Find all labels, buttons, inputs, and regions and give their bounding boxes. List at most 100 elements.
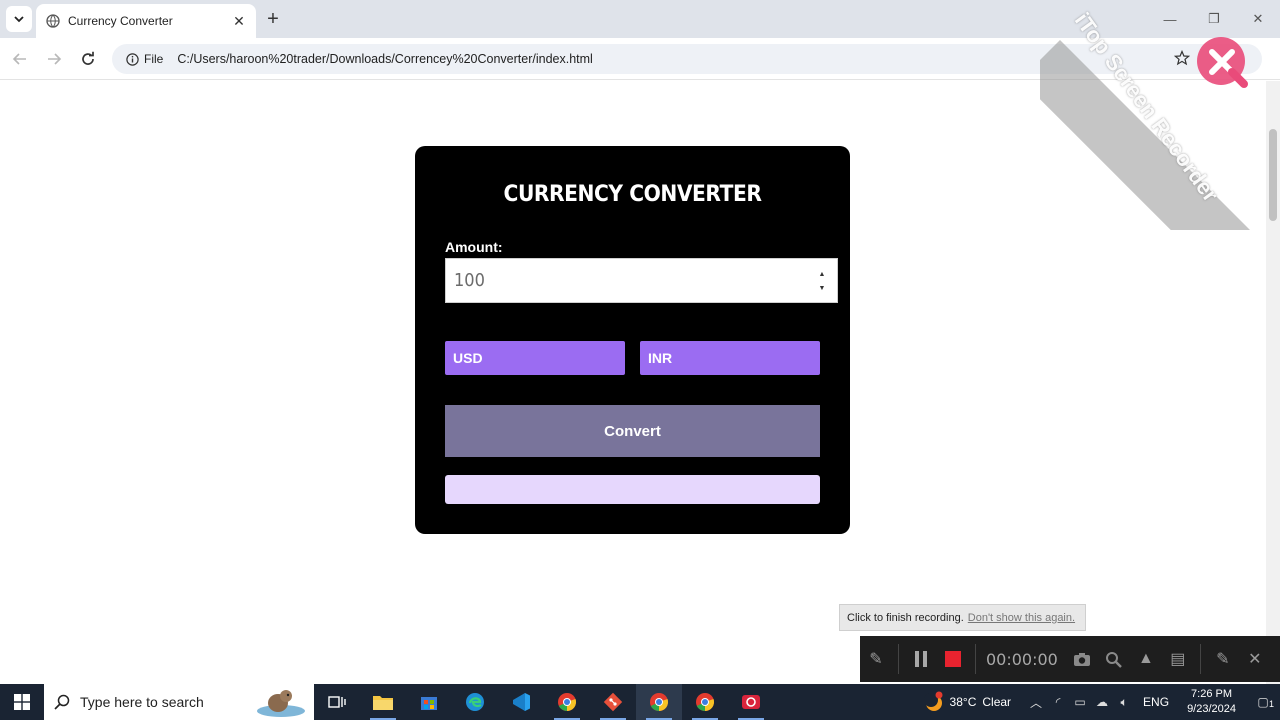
amount-value: 100 bbox=[454, 270, 485, 291]
star-icon[interactable] bbox=[1174, 50, 1190, 66]
close-recorder-button[interactable]: ✕ bbox=[1239, 636, 1271, 682]
to-currency-select[interactable]: INR bbox=[640, 341, 820, 375]
recording-timer: 00:00:00 bbox=[986, 649, 1058, 669]
tab-search-button[interactable] bbox=[6, 6, 32, 32]
screenshot-button[interactable] bbox=[1066, 636, 1098, 682]
zoom-button[interactable] bbox=[1098, 636, 1130, 682]
minimize-icon: — bbox=[1163, 11, 1177, 27]
taskbar-search[interactable]: Type here to search bbox=[44, 684, 314, 720]
active-tab[interactable]: Currency Converter ✕ bbox=[36, 4, 256, 38]
clock-time: 7:26 PM bbox=[1191, 688, 1233, 700]
reload-button[interactable] bbox=[76, 47, 100, 71]
draw-button[interactable]: ✎ bbox=[860, 636, 892, 682]
weather-temp: 38°C bbox=[949, 695, 977, 709]
dont-show-link[interactable]: Don't show this again. bbox=[968, 612, 1075, 624]
taskbar-task-view[interactable] bbox=[314, 684, 360, 720]
chrome-icon bbox=[558, 693, 577, 712]
divider bbox=[1199, 644, 1201, 674]
volume-button[interactable]: ▲ bbox=[1130, 636, 1162, 682]
screen: Currency Converter ✕ + — ❐ ✕ File C:/Use… bbox=[0, 0, 1280, 720]
recording-toast[interactable]: Click to finish recording. Don't show th… bbox=[839, 604, 1086, 631]
divider bbox=[975, 644, 976, 674]
taskbar-vscode[interactable] bbox=[498, 684, 544, 720]
taskbar-file-explorer[interactable] bbox=[360, 684, 406, 720]
app-title: CURRENCY CONVERTER bbox=[503, 182, 762, 207]
recorder-bar: ✎ 00:00:00 ▲ ▤ ✎ ✕ bbox=[860, 636, 1280, 682]
start-button[interactable] bbox=[0, 684, 44, 720]
close-tab-icon[interactable]: ✕ bbox=[230, 12, 248, 30]
site-chip-label: File bbox=[144, 52, 164, 66]
divider bbox=[898, 644, 899, 674]
converter-card: CURRENCY CONVERTER Amount: 100 ▲ ▼ USD I… bbox=[415, 146, 850, 534]
search-placeholder: Type here to search bbox=[80, 694, 204, 710]
spin-up-icon[interactable]: ▲ bbox=[819, 271, 826, 279]
site-info-chip[interactable]: File bbox=[120, 48, 169, 70]
stop-button[interactable] bbox=[937, 636, 969, 682]
taskbar-edge[interactable] bbox=[452, 684, 498, 720]
close-icon: ✕ bbox=[1248, 651, 1262, 668]
zoom-icon bbox=[1106, 651, 1123, 668]
edit-button[interactable]: ✎ bbox=[1207, 636, 1239, 682]
restore-icon: ❐ bbox=[1208, 11, 1220, 26]
clock-date: 9/23/2024 bbox=[1187, 703, 1236, 715]
battery-icon[interactable]: ▭ bbox=[1069, 695, 1091, 709]
pause-icon bbox=[915, 651, 927, 667]
toast-text: Click to finish recording. bbox=[847, 611, 964, 624]
chrome-icon bbox=[650, 693, 669, 712]
git-icon bbox=[603, 692, 623, 712]
recorder-logo-icon bbox=[1197, 37, 1248, 88]
reload-icon bbox=[82, 51, 94, 65]
chrome-icon bbox=[696, 693, 715, 712]
camera-icon bbox=[1073, 652, 1090, 666]
network-icon[interactable]: ◜ bbox=[1047, 695, 1069, 709]
convert-button[interactable]: Convert bbox=[445, 405, 820, 457]
forward-icon bbox=[48, 53, 62, 65]
cloud-icon[interactable]: ☁ bbox=[1091, 695, 1113, 709]
taskbar: Type here to search 38°C Clear ︿ ◜ ▭ ☁ 🔈… bbox=[0, 684, 1280, 720]
from-currency-value: USD bbox=[453, 350, 483, 366]
page-scrollbar[interactable] bbox=[1266, 81, 1280, 684]
search-icon bbox=[54, 694, 70, 710]
number-spinner[interactable]: ▲ ▼ bbox=[817, 271, 827, 293]
triangle-icon: ▲ bbox=[1137, 650, 1154, 667]
new-tab-button[interactable]: + bbox=[262, 8, 284, 30]
vscode-icon bbox=[513, 693, 530, 711]
from-currency-select[interactable]: USD bbox=[445, 341, 625, 375]
language-indicator[interactable]: ENG bbox=[1143, 695, 1169, 709]
notification-button[interactable]: ▢ 1 bbox=[1246, 695, 1280, 709]
pen-icon: ✎ bbox=[869, 651, 883, 668]
comment-icon: ▤ bbox=[1170, 651, 1186, 668]
search-highlight-icon bbox=[257, 690, 305, 717]
comment-button[interactable]: ▤ bbox=[1162, 636, 1194, 682]
back-button[interactable] bbox=[8, 47, 32, 71]
plus-icon: + bbox=[267, 8, 279, 30]
convert-label: Convert bbox=[604, 422, 661, 440]
windows-icon bbox=[14, 694, 30, 710]
weather-icon bbox=[923, 691, 943, 711]
pause-button[interactable] bbox=[905, 636, 937, 682]
volume-icon[interactable]: 🔈︎ bbox=[1113, 695, 1135, 710]
clock[interactable]: 7:26 PM 9/23/2024 bbox=[1187, 687, 1236, 717]
stop-icon bbox=[945, 651, 961, 667]
back-icon bbox=[12, 53, 26, 65]
weather-widget[interactable]: 38°C Clear bbox=[922, 691, 1012, 713]
to-currency-value: INR bbox=[648, 350, 673, 366]
taskbar-chrome-3[interactable] bbox=[682, 684, 728, 720]
amount-input[interactable]: 100 ▲ ▼ bbox=[445, 258, 838, 303]
taskbar-git[interactable] bbox=[590, 684, 636, 720]
scrollbar-thumb[interactable] bbox=[1269, 129, 1277, 221]
weather-desc: Clear bbox=[982, 695, 1012, 709]
edit-icon: ✎ bbox=[1216, 651, 1230, 668]
taskbar-chrome-1[interactable] bbox=[544, 684, 590, 720]
taskbar-store[interactable] bbox=[406, 684, 452, 720]
taskbar-chrome-2[interactable] bbox=[636, 684, 682, 720]
taskbar-screen-recorder[interactable] bbox=[728, 684, 774, 720]
chevron-up-icon[interactable]: ︿ bbox=[1025, 694, 1047, 711]
forward-button[interactable] bbox=[42, 47, 66, 71]
result-box bbox=[445, 475, 820, 504]
store-icon bbox=[421, 697, 437, 710]
spin-down-icon[interactable]: ▼ bbox=[819, 285, 826, 293]
minimize-button[interactable]: — bbox=[1148, 0, 1192, 38]
recorder-icon bbox=[742, 695, 760, 709]
amount-label: Amount: bbox=[445, 239, 503, 255]
